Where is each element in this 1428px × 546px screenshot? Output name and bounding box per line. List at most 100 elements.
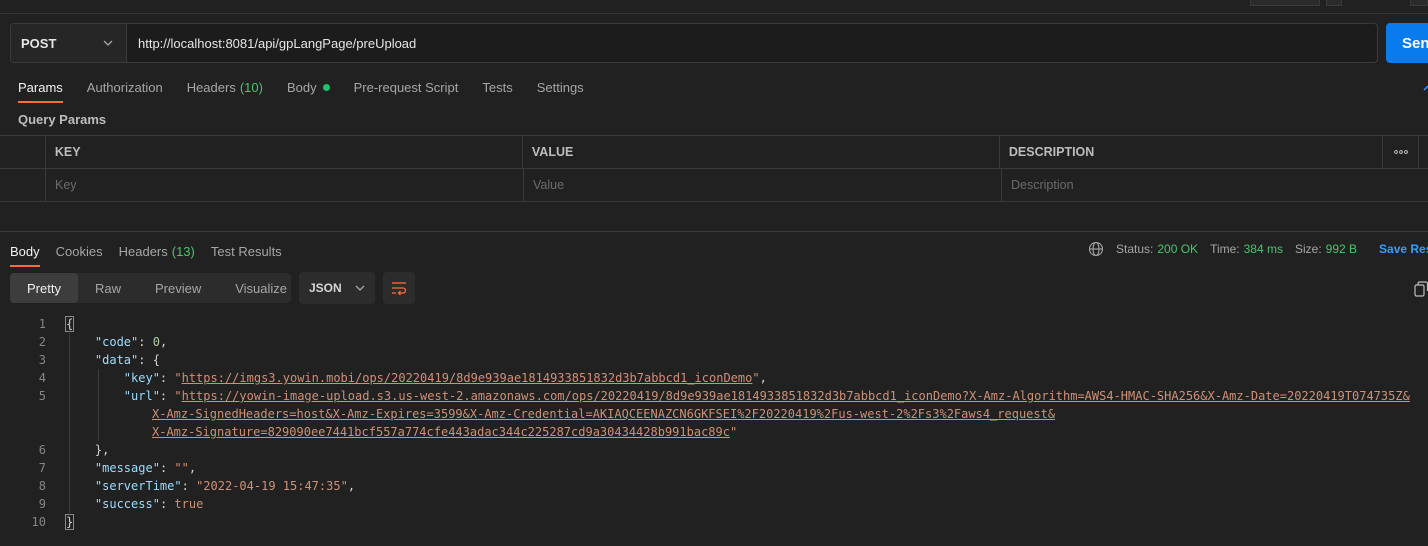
column-description: DESCRIPTION [1000,136,1384,168]
success-value: true [174,497,204,511]
tab-authorization[interactable]: Authorization [87,76,163,98]
line-number: 2 [38,335,46,349]
method-select[interactable]: POST [11,24,127,62]
tab-label: Test Results [210,243,282,259]
query-params-table: KEY VALUE DESCRIPTION Key Value Descript… [0,135,1428,202]
format-select[interactable]: JSON [299,272,375,304]
tab-tests[interactable]: Tests [482,76,512,98]
value-input[interactable]: Value [524,169,1002,201]
size-value[interactable]: 992 B [1326,242,1357,256]
line-number: 9 [38,497,46,511]
line-number: 4 [38,371,46,385]
wrap-lines-icon [392,282,407,295]
tab-body[interactable]: Body [287,76,330,98]
code-line: "key": "https://imgs3.yowin.mobi/ops/202… [123,371,767,385]
cookies-icon[interactable] [1422,84,1428,92]
line-number: 3 [38,353,46,367]
line-number: 6 [38,443,46,457]
view-mode-switch: Pretty Raw Preview Visualize [10,273,291,303]
time-value[interactable]: 384 ms [1244,242,1283,256]
key-url-link[interactable]: https://imgs3.yowin.mobi/ops/20220419/8d… [182,371,753,385]
tab-test-results[interactable]: Test Results [211,240,282,262]
table-filler [1419,136,1428,168]
url-input[interactable] [127,24,1377,62]
line-number: 10 [31,515,46,529]
view-raw[interactable]: Raw [78,273,138,303]
json-brace: { [64,316,75,332]
tab-stub [1410,0,1428,6]
tab-response-headers[interactable]: Headers (13) [119,240,195,262]
code-line: "serverTime": "2022-04-19 15:47:35", [94,479,356,493]
headers-count: (10) [239,79,263,95]
format-label: JSON [309,281,342,295]
tab-stub [1250,0,1320,6]
response-status-bar: Status: 200 OK Time: 384 ms Size: 992 B … [1088,240,1428,258]
tab-stub [1326,0,1342,6]
row-checkbox-column [0,169,46,201]
code-line: "message": "", [94,461,197,475]
code-line: { [64,315,75,333]
body-status-dot [322,83,330,91]
globe-icon[interactable] [1088,241,1104,257]
tab-response-body[interactable]: Body [10,240,40,267]
line-number: 1 [38,317,46,331]
status-value[interactable]: 200 OK [1157,242,1198,256]
row-checkbox-column [0,136,46,168]
tab-label: Tests [482,79,513,95]
code-line: X-Amz-SignedHeaders=host&X-Amz-Expires=3… [152,405,1055,423]
copy-icon[interactable] [1414,281,1428,297]
response-tabs: Body Cookies Headers (13) Test Results [10,240,282,267]
url-link[interactable]: X-Amz-Signature=829090ee7441bcf557a774cf… [152,425,730,439]
column-value: VALUE [523,136,1000,168]
tab-label: Settings [536,79,584,95]
query-params-title: Query Params [18,112,107,127]
top-strip [0,0,1428,14]
size-label: Size: [1294,242,1322,256]
request-tabs: Params Authorization Headers (10) Body Pr… [18,76,584,104]
send-button[interactable]: Send [1386,23,1428,63]
line-number: 8 [38,479,46,493]
line-number: 7 [38,461,46,475]
code-line: "code": 0, [94,335,168,349]
tab-label: Cookies [55,243,103,259]
code-line: "success": true [94,497,204,511]
save-response-button[interactable]: Save Response [1379,242,1428,256]
tab-headers[interactable]: Headers (10) [187,76,263,98]
tab-label: Headers [186,79,236,95]
code-line: "url": "https://yowin-image-upload.s3.us… [123,389,1410,403]
url-link[interactable]: https://yowin-image-upload.s3.us-west-2.… [182,389,1410,403]
table-header-row: KEY VALUE DESCRIPTION [0,136,1428,169]
description-input[interactable]: Description [1002,169,1386,201]
tab-label: Headers [118,243,168,259]
time-label: Time: [1210,242,1240,256]
json-brace: } [64,514,75,530]
tab-params[interactable]: Params [18,76,63,103]
response-view-bar: Pretty Raw Preview Visualize JSON [10,272,415,304]
tab-label: Body [10,243,40,259]
view-visualize[interactable]: Visualize [218,273,304,303]
status-label: Status: [1116,242,1154,256]
tab-cookies[interactable]: Cookies [56,240,103,262]
view-pretty[interactable]: Pretty [10,273,78,303]
method-label: POST [21,35,57,51]
request-url-bar: POST [10,23,1378,63]
url-link[interactable]: X-Amz-SignedHeaders=host&X-Amz-Expires=3… [152,407,1055,421]
line-number: 5 [38,389,46,403]
wrap-lines-button[interactable] [383,272,415,304]
table-row: Key Value Description [0,169,1428,202]
code-line: }, [66,443,110,457]
response-headers-count: (13) [171,243,195,259]
tab-pre-request-script[interactable]: Pre-request Script [354,76,459,98]
more-options-icon[interactable] [1383,136,1419,168]
code-line: } [64,513,75,531]
code-value: 0 [152,335,160,349]
pane-divider[interactable] [0,231,1428,232]
tab-label: Pre-request Script [353,79,459,95]
tab-settings[interactable]: Settings [537,76,584,98]
column-key: KEY [46,136,523,168]
key-input[interactable]: Key [46,169,524,201]
tab-label: Body [286,79,317,95]
code-line: X-Amz-Signature=829090ee7441bcf557a774cf… [152,425,738,439]
view-preview[interactable]: Preview [138,273,218,303]
chevron-down-icon [102,37,114,49]
